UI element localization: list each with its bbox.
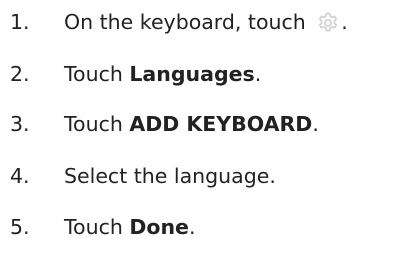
step-text: Touch Done . [64, 212, 196, 242]
step-text-suffix: . [312, 112, 319, 136]
step-text: On the keyboard, touch . [64, 7, 348, 37]
step-number: 5. [10, 215, 30, 239]
step-number: 4. [10, 164, 30, 188]
instruction-steps: 1. On the keyboard, touch . 2. Touch Lan… [0, 0, 411, 267]
step-text-prefix: Touch [64, 62, 130, 86]
step-keyword: Languages [129, 62, 255, 86]
step-text-suffix: . [254, 62, 262, 86]
step-number: 3. [10, 112, 30, 136]
step-number: 1. [10, 10, 30, 34]
step-text: Touch Languages . [64, 59, 261, 89]
gear-icon [316, 11, 340, 35]
step-text-prefix: Touch [64, 215, 130, 239]
step-keyword: ADD KEYBOARD [129, 112, 313, 136]
step-text-prefix: Touch [64, 112, 130, 136]
step-keyword: Done [129, 215, 189, 239]
step-number: 2. [10, 62, 30, 86]
step-text-suffix: . [341, 10, 348, 34]
step-text-prefix: On the keyboard, touch [64, 10, 313, 34]
step-text: Select the language. [64, 164, 276, 188]
step-text-suffix: . [188, 215, 196, 239]
step-text: Touch ADD KEYBOARD . [64, 109, 319, 139]
